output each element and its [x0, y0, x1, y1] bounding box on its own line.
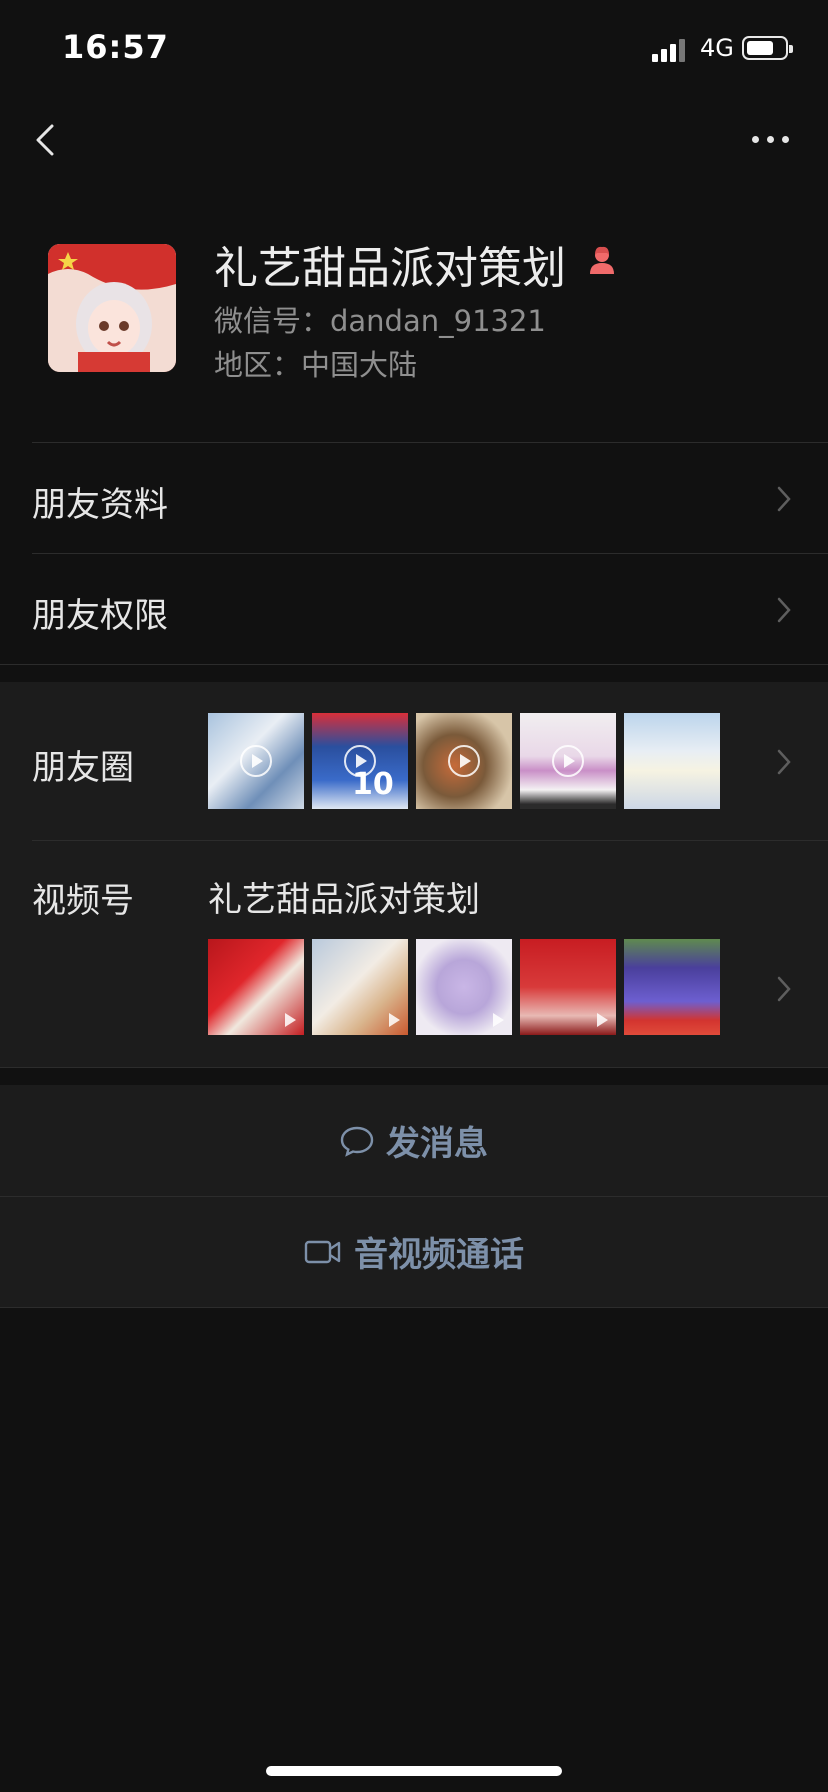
- channel-thumb[interactable]: [312, 939, 408, 1035]
- divider: [0, 1307, 828, 1308]
- signal-icon: [652, 39, 685, 62]
- home-indicator[interactable]: [266, 1766, 562, 1776]
- chat-bubble-icon: [340, 1126, 374, 1157]
- friend-permissions-label: 朋友权限: [32, 596, 168, 636]
- video-camera-icon: [304, 1240, 341, 1263]
- chevron-right-icon: [777, 597, 791, 623]
- friend-info-label: 朋友资料: [32, 485, 168, 525]
- av-call-label: 音视频通话: [354, 1235, 524, 1275]
- chevron-right-icon: [777, 749, 791, 775]
- moment-thumb[interactable]: [520, 713, 616, 809]
- section-divider: [0, 664, 828, 665]
- moments-thumbnails[interactable]: 10: [208, 713, 720, 809]
- back-arrow-icon[interactable]: [30, 120, 64, 160]
- channels-label: 视频号: [32, 881, 134, 921]
- play-icon: [285, 1013, 296, 1027]
- battery-icon: [742, 36, 793, 60]
- chevron-right-icon: [777, 976, 791, 1002]
- section-divider: [0, 1067, 828, 1068]
- row-friend-info[interactable]: 朋友资料: [32, 443, 828, 554]
- avatar[interactable]: [48, 244, 176, 372]
- row-friend-permissions[interactable]: 朋友权限: [32, 554, 828, 665]
- play-icon: [597, 1013, 608, 1027]
- play-icon: [552, 745, 584, 777]
- channel-name: 礼艺甜品派对策划: [208, 880, 480, 920]
- play-icon: [448, 745, 480, 777]
- av-call-button[interactable]: 音视频通话: [0, 1196, 828, 1307]
- play-icon: [389, 1013, 400, 1027]
- balloon-number: 10: [352, 767, 394, 802]
- send-message-label: 发消息: [386, 1124, 488, 1164]
- channel-thumb[interactable]: [624, 939, 720, 1035]
- female-icon: [590, 246, 614, 274]
- network-type: 4G: [700, 34, 734, 62]
- channel-thumbnails[interactable]: [208, 939, 720, 1035]
- channel-thumb[interactable]: [208, 939, 304, 1035]
- play-icon: [240, 745, 272, 777]
- chevron-right-icon: [777, 486, 791, 512]
- wechat-id: 微信号：dandan_91321: [214, 304, 546, 338]
- profile-name: 礼艺甜品派对策划: [214, 243, 566, 294]
- moment-thumb[interactable]: 10: [312, 713, 408, 809]
- moment-thumb[interactable]: [416, 713, 512, 809]
- play-icon: [493, 1013, 504, 1027]
- avatar-image: [48, 244, 176, 372]
- more-dots-icon[interactable]: [746, 126, 796, 154]
- moments-label: 朋友圈: [32, 748, 134, 788]
- send-message-button[interactable]: 发消息: [0, 1085, 828, 1196]
- status-time: 16:57: [62, 28, 169, 66]
- moment-thumb[interactable]: [624, 713, 720, 809]
- channel-thumb[interactable]: [520, 939, 616, 1035]
- moment-thumb[interactable]: [208, 713, 304, 809]
- channel-thumb[interactable]: [416, 939, 512, 1035]
- status-bar: 16:57 4G: [0, 0, 828, 100]
- region: 地区：中国大陆: [214, 348, 418, 382]
